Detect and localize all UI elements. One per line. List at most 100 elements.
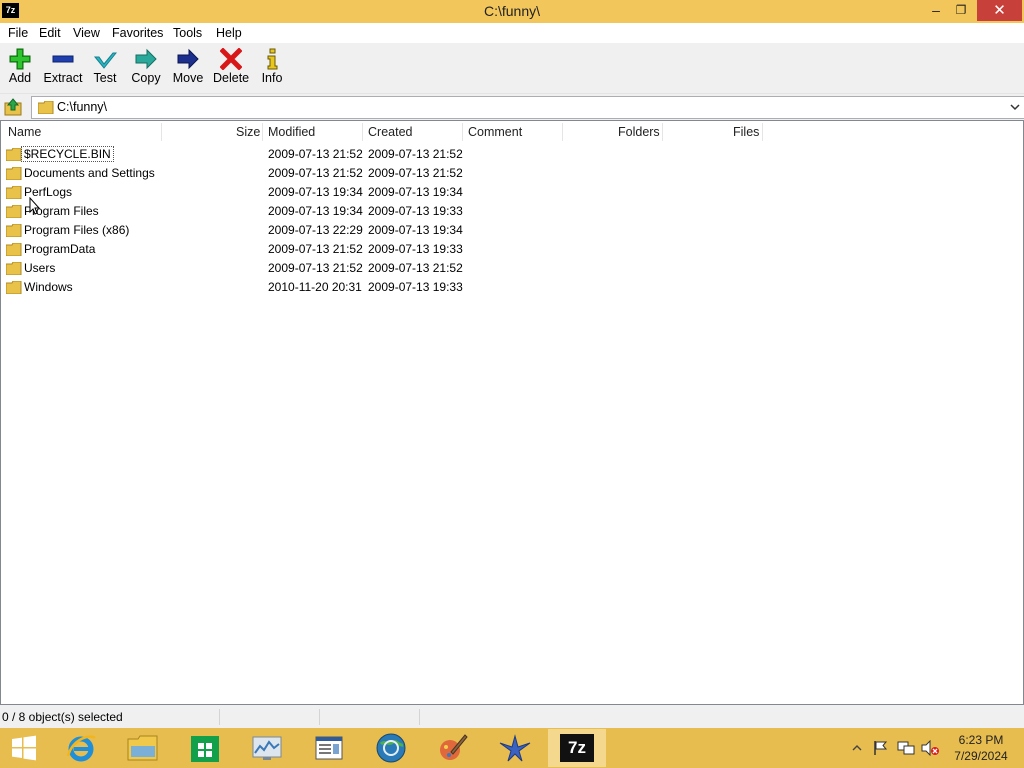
status-bar: 0 / 8 object(s) selected <box>0 706 1024 728</box>
column-header-modified[interactable]: Modified <box>268 121 315 143</box>
column-header-created[interactable]: Created <box>368 121 412 143</box>
address-combobox[interactable]: C:\funny\ <box>31 96 1024 119</box>
folder-icon <box>6 281 22 294</box>
table-row[interactable]: Windows 2010-11-20 20:31 2009-07-13 19:3… <box>1 278 1021 297</box>
paint-brush-icon <box>440 734 468 760</box>
extract-button[interactable]: Extract <box>42 47 84 91</box>
move-arrow-icon <box>177 48 199 70</box>
mouse-cursor-icon <box>29 197 41 215</box>
volume-button[interactable] <box>920 728 940 768</box>
test-button[interactable]: Test <box>90 47 120 91</box>
column-divider[interactable] <box>762 123 763 141</box>
column-divider[interactable] <box>362 123 363 141</box>
column-divider[interactable] <box>161 123 162 141</box>
move-label: Move <box>172 71 204 85</box>
selection-status: 0 / 8 object(s) selected <box>2 710 123 724</box>
status-divider <box>219 709 220 725</box>
close-button[interactable]: ✕ <box>977 0 1022 21</box>
column-divider[interactable] <box>462 123 463 141</box>
row-name: Documents and Settings <box>24 166 155 180</box>
volume-muted-icon <box>921 740 939 756</box>
menu-tools[interactable]: Tools <box>173 25 202 41</box>
menu-view[interactable]: View <box>73 25 100 41</box>
taskbar-7zip[interactable]: 7z <box>548 729 606 767</box>
row-modified: 2009-07-13 21:52 <box>268 147 363 161</box>
table-row[interactable]: $RECYCLE.BIN 2009-07-13 21:52 2009-07-13… <box>1 145 1021 164</box>
taskbar-store[interactable] <box>176 729 234 767</box>
delete-x-icon <box>220 48 242 70</box>
status-divider <box>419 709 420 725</box>
taskbar-bird-app[interactable] <box>486 729 544 767</box>
menu-edit[interactable]: Edit <box>39 25 61 41</box>
add-button[interactable]: Add <box>4 47 36 91</box>
copy-label: Copy <box>131 71 161 85</box>
add-label: Add <box>8 71 32 85</box>
bird-icon <box>499 734 531 762</box>
system-clock[interactable]: 6:23 PM 7/29/2024 <box>948 732 1014 764</box>
folder-icon <box>38 101 54 114</box>
folder-icon <box>6 186 22 199</box>
delete-label: Delete <box>213 71 250 85</box>
minimize-button[interactable]: – <box>925 0 947 21</box>
folder-icon <box>6 224 22 237</box>
extract-label: Extract <box>43 71 83 85</box>
row-created: 2009-07-13 21:52 <box>368 147 463 161</box>
taskbar-file-explorer[interactable] <box>114 729 172 767</box>
network-button[interactable] <box>896 728 916 768</box>
row-modified: 2009-07-13 21:52 <box>268 166 363 180</box>
move-button[interactable]: Move <box>172 47 204 91</box>
table-row[interactable]: Program Files (x86) 2009-07-13 22:29 200… <box>1 221 1021 240</box>
monitor-chart-icon <box>252 736 282 760</box>
show-hidden-icons-button[interactable] <box>850 728 864 768</box>
clock-date: 7/29/2024 <box>954 749 1008 763</box>
folder-icon <box>6 243 22 256</box>
start-button[interactable] <box>0 729 48 767</box>
taskbar-internet-explorer[interactable] <box>52 729 110 767</box>
taskbar-globe-app[interactable] <box>362 729 420 767</box>
taskbar-document-app[interactable] <box>300 729 358 767</box>
info-icon <box>267 48 278 70</box>
chevron-up-icon <box>852 745 862 751</box>
row-modified: 2009-07-13 22:29 <box>268 223 363 237</box>
info-label: Info <box>261 71 283 85</box>
table-row[interactable]: Users 2009-07-13 21:52 2009-07-13 21:52 <box>1 259 1021 278</box>
taskbar-paint[interactable] <box>424 729 482 767</box>
column-header-folders[interactable]: Folders <box>618 121 660 143</box>
column-header-comment[interactable]: Comment <box>468 121 522 143</box>
table-row[interactable]: Documents and Settings 2009-07-13 21:52 … <box>1 164 1021 183</box>
table-row[interactable]: ProgramData 2009-07-13 21:52 2009-07-13 … <box>1 240 1021 259</box>
column-divider[interactable] <box>262 123 263 141</box>
delete-button[interactable]: Delete <box>213 47 249 91</box>
menu-bar: File Edit View Favorites Tools Help <box>0 23 1024 43</box>
table-row[interactable]: Program Files 2009-07-13 19:34 2009-07-1… <box>1 202 1021 221</box>
restore-button[interactable]: ❐ <box>950 0 972 21</box>
column-divider[interactable] <box>562 123 563 141</box>
menu-file[interactable]: File <box>8 25 28 41</box>
row-created: 2009-07-13 19:33 <box>368 280 463 294</box>
up-folder-button[interactable] <box>3 97 25 117</box>
row-created: 2009-07-13 19:34 <box>368 185 463 199</box>
test-label: Test <box>93 71 117 85</box>
toolbar: Add Extract Test Copy Move Delete Info <box>0 43 1024 94</box>
folder-icon <box>6 167 22 180</box>
title-bar[interactable]: 7z C:\funny\ – ❐ ✕ <box>0 0 1024 23</box>
table-row[interactable]: PerfLogs 2009-07-13 19:34 2009-07-13 19:… <box>1 183 1021 202</box>
menu-help[interactable]: Help <box>216 25 242 41</box>
action-center-button[interactable] <box>872 728 890 768</box>
taskbar-resource-monitor[interactable] <box>238 729 296 767</box>
minus-icon <box>52 55 74 63</box>
globe-icon <box>376 733 406 763</box>
row-modified: 2010-11-20 20:31 <box>268 280 362 294</box>
up-folder-icon <box>4 98 22 116</box>
row-name: Users <box>24 261 56 275</box>
row-created: 2009-07-13 19:33 <box>368 204 463 218</box>
column-divider[interactable] <box>662 123 663 141</box>
column-header-files[interactable]: Files <box>733 121 759 143</box>
chevron-down-icon[interactable] <box>1008 100 1022 114</box>
menu-favorites[interactable]: Favorites <box>112 25 163 41</box>
copy-button[interactable]: Copy <box>130 47 162 91</box>
file-list[interactable]: Name Size Modified Created Comment Folde… <box>0 120 1024 705</box>
column-header-name[interactable]: Name <box>8 121 41 143</box>
column-header-size[interactable]: Size <box>236 121 260 143</box>
info-button[interactable]: Info <box>259 47 285 91</box>
